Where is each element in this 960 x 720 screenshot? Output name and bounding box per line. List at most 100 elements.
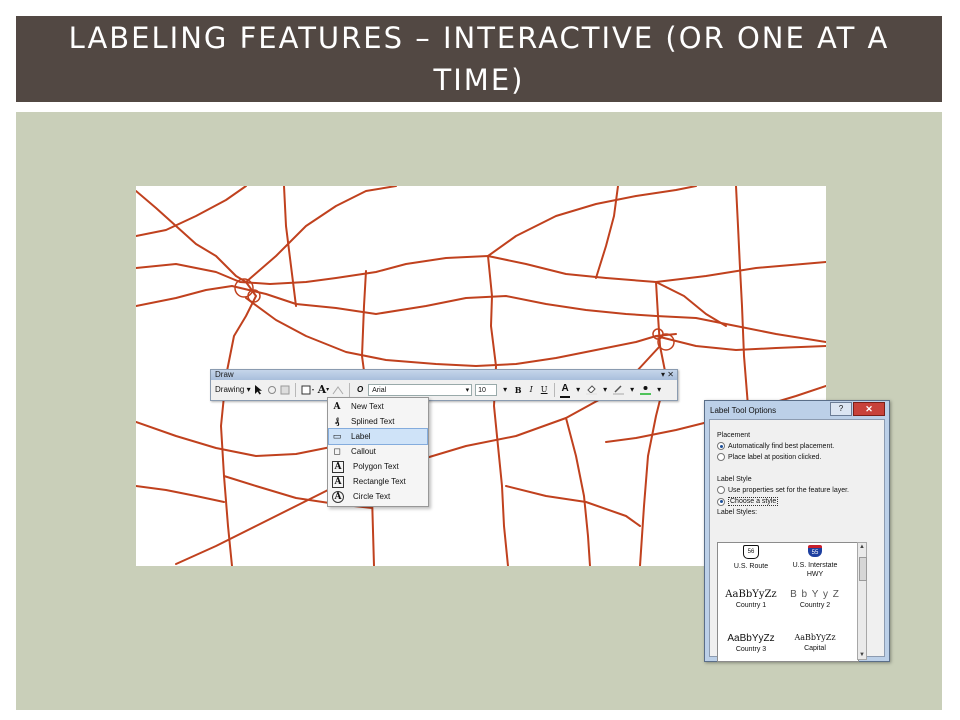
road [136,485,225,503]
road [655,281,727,327]
style-us-interstate[interactable]: 55 U.S. Interstate HWY [784,545,846,579]
underline-button[interactable]: U [539,382,549,397]
style-capital[interactable]: AaBbYyZz Capital [784,633,846,652]
draw-toolbar-row: Drawing ▾ A ▾ O Arial ▾ 10 ▾ B I U A ▾ ▾… [211,380,677,399]
label-icon: ▭ [332,431,342,442]
menu-item-callout[interactable]: ◻ Callout [329,444,427,459]
dialog-content: Placement Automatically find best placem… [709,419,885,662]
style-country-2[interactable]: B b Y y Z Country 2 [784,589,846,609]
close-button[interactable]: ✕ [853,402,885,416]
draw-toolbar-close-icon[interactable]: ▾ ✕ [661,370,674,380]
rectangle-tool-icon[interactable] [301,382,315,397]
label-styles-list[interactable]: 56 U.S. Route 55 U.S. Interstate HWY AaB… [717,542,859,662]
menu-item-polygon-text[interactable]: A Polygon Text [329,459,427,474]
scroll-up-icon[interactable]: ▲ [858,543,866,551]
polygon-text-icon: A [332,460,344,473]
menu-item-circle-text[interactable]: A Circle Text [329,489,427,504]
dialog-title-buttons: ? ✕ [830,402,885,416]
style-choose-option[interactable]: Choose a style [717,497,877,506]
dialog-titlebar[interactable]: Label Tool Options ? ✕ [705,401,889,419]
zoom-elements-icon[interactable] [280,382,290,397]
placement-auto-option[interactable]: Automatically find best placement. [717,442,877,450]
font-dropdown-icon[interactable]: ▾ [466,385,470,397]
road [639,281,667,566]
font-size-dropdown-icon[interactable]: ▾ [500,382,510,397]
road [245,297,677,367]
edit-vertices-icon[interactable] [332,382,344,397]
road [487,255,509,566]
radio-label: Use properties set for the feature layer… [728,486,850,494]
radio-icon[interactable] [717,486,725,494]
road [505,485,641,527]
text-icon: A [333,401,341,412]
menu-item-splined-text[interactable]: ₰ Splined Text [329,414,427,429]
label-styles-heading: Label Styles: [717,509,758,516]
text-tool-icon[interactable]: A ▾ [318,382,330,397]
style-sample: AaBbYyZz [794,633,836,642]
scroll-down-icon[interactable]: ▼ [858,651,866,659]
style-sample: AaBbYyZz [727,633,775,644]
slide-title: LABELING FEATURES – INTERACTIVE (OR ONE … [68,21,890,97]
menu-item-label: Polygon Text [353,462,399,471]
font-color-button[interactable]: A [560,381,571,398]
menu-item-label: Splined Text [351,417,395,426]
road [245,186,397,283]
radio-icon[interactable] [717,453,725,461]
font-name-value: Arial [372,386,387,394]
menu-item-label: Rectangle Text [353,477,406,486]
style-feature-layer-option[interactable]: Use properties set for the feature layer… [717,486,877,494]
toolbar-separator [349,382,351,397]
style-country-3[interactable]: AaBbYyZz Country 3 [720,633,782,653]
draw-toolbar-titlebar[interactable]: Draw ▾ ✕ [211,370,677,380]
placement-group-label: Placement [717,432,751,439]
menu-item-label: Callout [351,447,376,456]
style-name: Capital [804,645,826,652]
marker-color-dropdown-icon[interactable]: ▾ [654,382,664,397]
menu-item-rectangle-text[interactable]: A Rectangle Text [329,474,427,489]
styles-scrollbar[interactable]: ▲ ▼ [857,542,867,660]
style-country-1[interactable]: AaBbYyZz Country 1 [720,589,782,609]
label-tool-options-dialog: Label Tool Options ? ✕ Placement Automat… [704,400,890,662]
toolbar-separator [294,382,296,397]
road [735,186,749,407]
callout-icon: ◻ [333,446,341,457]
road [136,186,247,237]
interstate-shield-icon: 55 [808,545,822,557]
placement-click-option[interactable]: Place label at position clicked. [717,453,877,461]
menu-item-label: Circle Text [353,492,391,501]
font-color-dropdown-icon[interactable]: ▾ [573,382,583,397]
menu-item-label-tool[interactable]: ▭ Label [328,428,428,445]
select-elements-icon[interactable] [254,382,264,397]
radio-selected-icon[interactable] [717,497,725,506]
italic-button[interactable]: I [526,382,536,397]
circle-text-icon: A [332,490,344,503]
style-name: Country 1 [735,602,767,609]
scroll-thumb[interactable] [859,557,867,581]
road [565,417,591,566]
font-name-select[interactable]: Arial ▾ [368,383,473,397]
line-color-icon[interactable] [613,382,625,397]
fill-color-icon[interactable] [586,382,598,397]
style-name: Country 3 [735,646,767,653]
road [136,285,826,343]
drawing-menu-button[interactable]: Drawing ▾ [215,382,251,397]
menu-item-new-text[interactable]: A New Text [329,399,427,414]
bold-button[interactable]: B [513,382,523,397]
font-size-select[interactable]: 10 [475,383,498,396]
marker-color-icon[interactable] [640,382,652,397]
splined-text-icon: ₰ [334,417,340,427]
help-button[interactable]: ? [830,402,852,416]
radio-selected-icon[interactable] [717,442,725,450]
slide-title-bar: LABELING FEATURES – INTERACTIVE (OR ONE … [16,16,942,102]
style-us-route[interactable]: 56 U.S. Route [720,545,782,570]
style-sample: AaBbYyZz [725,589,777,600]
fill-color-dropdown-icon[interactable]: ▾ [600,382,610,397]
radio-label: Automatically find best placement. [728,442,835,450]
style-name: U.S. Interstate HWY [792,562,838,578]
draw-toolbar-title: Draw [215,370,234,379]
font-icon: O [357,385,364,394]
label-style-group: Label Style Use properties set for the f… [717,476,877,516]
rotate-icon[interactable] [267,382,277,397]
rectangle-text-icon: A [332,475,344,488]
line-color-dropdown-icon[interactable]: ▾ [627,382,637,397]
